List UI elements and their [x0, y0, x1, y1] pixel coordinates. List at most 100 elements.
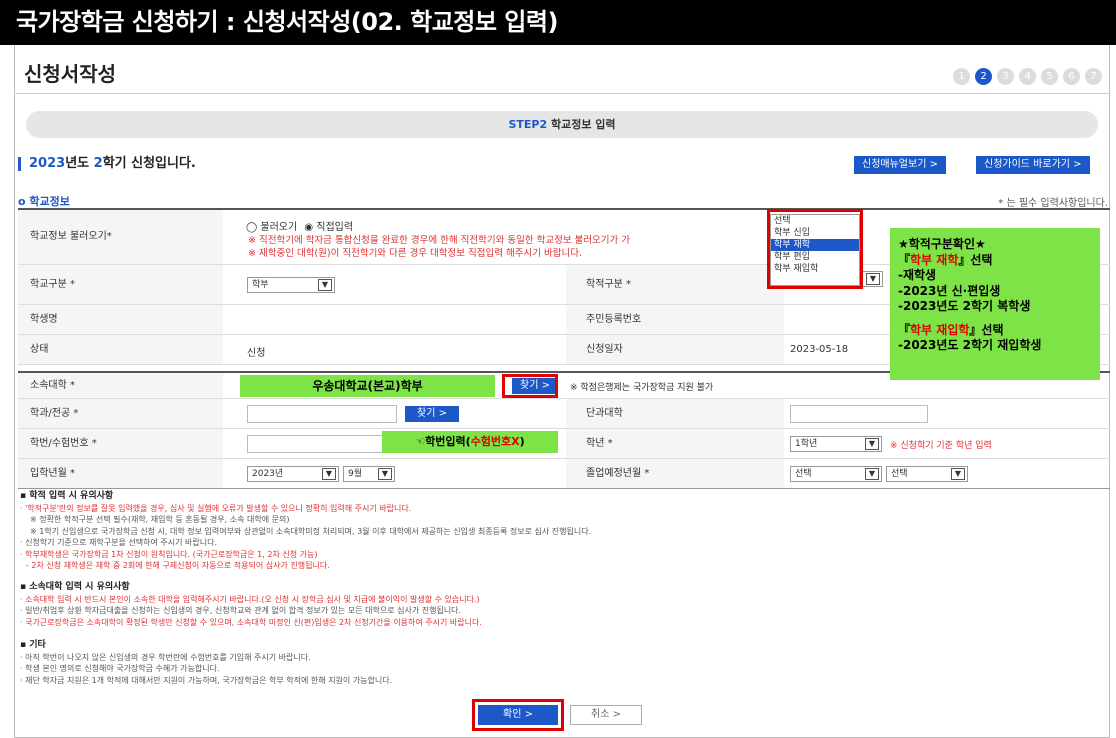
school-type-select[interactable]: 학부 ▼	[247, 277, 335, 293]
step-indicator: 1 2 3 4 5 6 7	[953, 68, 1102, 85]
label-load: 학교정보 불러오기*	[18, 210, 223, 264]
label-grade: 학년 *	[566, 429, 784, 458]
grad-month-value: 선택	[891, 469, 908, 479]
note-1: · '학적구분'란의 정보를 잘못 입력했을 경우, 심사 및 실행에 오류가 …	[20, 503, 412, 513]
cancel-button[interactable]: 취소 >	[570, 705, 642, 725]
guide-button[interactable]: 신청가이드 바로가기 >	[976, 156, 1090, 174]
note-12: · 재단 학자금 지원은 1개 학적에 대해서만 지원이 가능하며, 국가장학금…	[20, 675, 393, 685]
grad-month-select[interactable]: 선택 ▼	[886, 466, 968, 482]
annotation-student-no-suffix: )	[519, 435, 525, 448]
find-dept-button[interactable]: 찾기 >	[405, 406, 459, 422]
label-apply-date: 신청일자	[566, 335, 784, 364]
chevron-down-icon: ▼	[865, 438, 879, 450]
label-univ: 소속대학 *	[18, 373, 223, 398]
note-5: · 학부재학생은 국가장학금 1차 신청이 원칙입니다. (국가근로장학금은 1…	[20, 549, 318, 559]
semester-notice: 2023년도 2학기 신청입니다.	[18, 157, 196, 171]
step-3: 3	[997, 68, 1014, 85]
label-academic-type: 학적구분 *	[566, 265, 784, 304]
guide-spacer	[898, 315, 1092, 323]
note-7: · 소속대학 입력 시 반드시 본인이 소속한 대학을 입력해주시기 바랍니다.…	[20, 594, 480, 604]
apply-date-value: 2023-05-18	[790, 344, 849, 355]
manual-button[interactable]: 신청매뉴얼보기 >	[854, 156, 946, 174]
step-2-active: 2	[975, 68, 992, 85]
notes-etc: ▪ 기타 · 아직 학번이 나오지 않은 신입생의 경우 학번란에 수험번호를 …	[20, 640, 392, 686]
label-college: 단과대학	[566, 399, 784, 428]
guide-line-4: -2023년도 2학기 복학생	[898, 299, 1031, 313]
step-4: 4	[1019, 68, 1036, 85]
page-title: 신청서작성	[24, 62, 116, 86]
divider	[14, 93, 1110, 94]
semester-term: 2	[93, 156, 103, 171]
load-note-2: ※ 재학중인 대학(원)이 직전학기와 다른 경우 대학정보 직접입력 해주시기…	[248, 248, 582, 259]
note-9: · 국가근로장학금은 소속대학이 확정된 학생만 신청할 수 있으며, 소속대학…	[20, 617, 482, 627]
annotation-student-no-red: 수험번호X	[470, 435, 520, 448]
note-10: · 아직 학번이 나오지 않은 신입생의 경우 학번란에 수험번호를 기입해 주…	[20, 652, 311, 662]
guide-line-2: -재학생	[898, 268, 937, 282]
annotation-guide: ★학적구분확인★ 『학부 재학』선택 -재학생 -2023년 신·편입생 -20…	[890, 228, 1100, 380]
entry-month-select[interactable]: 9월 ▼	[343, 466, 395, 482]
highlight-find-button	[502, 374, 558, 398]
guide-line-1-b: 』선택	[958, 252, 993, 267]
guide-line-1: 『학부 재학』선택	[898, 253, 1092, 269]
entry-year-value: 2023년	[252, 469, 284, 479]
row-entry: 입학년월 * 2023년 ▼ 9월 ▼ 졸업예정년월 * 선택 ▼ 선택 ▼	[18, 459, 1110, 489]
row-student-no: 학번/수험번호 * 학년 * 1학년 ▼ ※ 신청학기 기준 학년 입력	[18, 429, 1110, 459]
chevron-down-icon: ▼	[322, 468, 336, 480]
step-7: 7	[1085, 68, 1102, 85]
label-rrn: 주민등록번호	[566, 305, 784, 334]
step-banner-label: 학교정보 입력	[547, 118, 616, 131]
chevron-down-icon: ▼	[318, 279, 332, 291]
label-entry: 입학년월 *	[18, 459, 223, 488]
note-2: ※ 정확한 학적구분 선택 필수(재학, 재입학 등 혼동될 경우, 소속 대학…	[30, 515, 290, 524]
label-student-name: 학생명	[18, 305, 223, 334]
radio-group: ◯ 불러오기 ◉ 직접입력	[246, 218, 353, 233]
grad-year-value: 선택	[795, 469, 812, 479]
chevron-down-icon: ▼	[951, 468, 965, 480]
highlight-confirm	[472, 699, 564, 731]
school-type-value: 학부	[252, 280, 269, 290]
note-3: ※ 1학기 신입생으로 국가장학금 신청 시, 대학 정보 입력여부와 상관없이…	[30, 526, 592, 536]
entry-year-select[interactable]: 2023년 ▼	[247, 466, 339, 482]
note-11: · 학생 본인 명의로 신청해야 국가장학금 수혜가 가능합니다.	[20, 664, 220, 673]
grade-select[interactable]: 1학년 ▼	[790, 436, 882, 452]
label-school-type: 학교구분 *	[18, 265, 223, 304]
guide-line-6: -2023년도 2학기 재입학생	[898, 338, 1042, 352]
step-5: 5	[1041, 68, 1058, 85]
annotation-student-no-prefix: ☜학번입력(	[415, 435, 471, 448]
college-input[interactable]	[790, 405, 928, 423]
row-dept: 학과/전공 * 찾기 > 단과대학	[18, 399, 1110, 429]
notes-heading-1: ▪ 학적 입력 시 유의사항	[20, 491, 114, 501]
guide-line-1-red: 학부 재학	[910, 252, 959, 267]
load-note-1: ※ 직전학기에 학자금 통합신청을 완료한 경우에 한해 직전학기와 동일한 학…	[248, 235, 631, 246]
semester-text2: 학기 신청입니다.	[102, 156, 196, 171]
student-no-input[interactable]	[247, 435, 397, 453]
step-banner: STEP2 학교정보 입력	[26, 111, 1098, 138]
label-grad: 졸업예정년월 *	[566, 459, 784, 488]
step-1: 1	[953, 68, 970, 85]
guide-line-3: -2023년 신·편입생	[898, 283, 1001, 298]
page-header-title: 국가장학금 신청하기 : 신청서작성(02. 학교정보 입력)	[0, 0, 1116, 45]
highlight-dropdown	[767, 209, 863, 289]
semester-text1: 년도	[65, 156, 94, 171]
guide-line-5: 『학부 재입학』선택	[898, 323, 1092, 339]
annotation-student-no: ☜학번입력(수험번호X)	[382, 431, 558, 453]
label-status: 상태	[18, 335, 223, 364]
required-note: * 는 필수 입력사항입니다.	[998, 198, 1108, 209]
academic-type-select[interactable]: ▼	[861, 271, 883, 287]
semester-year: 2023	[29, 156, 66, 171]
note-6: - 2차 신청 재학생은 재학 중 2회에 한해 구제신청이 자동으로 적용되어…	[26, 561, 330, 570]
label-dept: 학과/전공 *	[18, 399, 223, 428]
guide-line-5-a: 『	[898, 322, 911, 337]
dept-input[interactable]	[247, 405, 397, 423]
step-6: 6	[1063, 68, 1080, 85]
entry-month-value: 9월	[348, 469, 363, 479]
status-value: 신청	[247, 348, 266, 359]
chevron-down-icon: ▼	[378, 468, 392, 480]
notes-heading-2: ▪ 소속대학 입력 시 유의사항	[20, 582, 130, 592]
guide-line-1-a: 『	[898, 252, 911, 267]
grad-year-select[interactable]: 선택 ▼	[790, 466, 882, 482]
grade-value: 1학년	[795, 439, 818, 449]
step-banner-number: STEP2	[508, 118, 548, 131]
guide-line-5-b: 』선택	[969, 322, 1004, 337]
notes-univ: ▪ 소속대학 입력 시 유의사항 · 소속대학 입력 시 반드시 본인이 소속한…	[20, 582, 482, 628]
